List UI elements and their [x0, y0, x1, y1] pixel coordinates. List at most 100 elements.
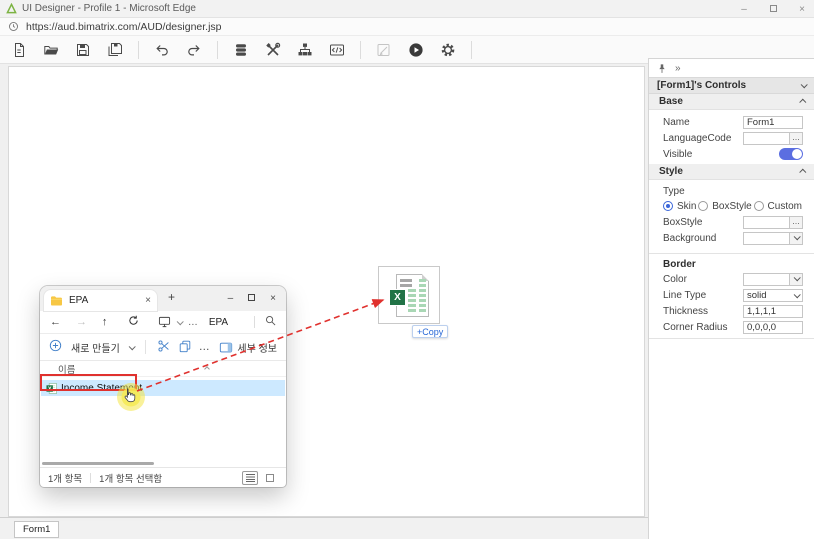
explorer-tab-title: EPA	[69, 295, 145, 306]
thickness-input[interactable]	[743, 305, 803, 318]
address-search-divider	[254, 316, 255, 328]
properties-panel: » [Form1]'s Controls Base Name LanguageC…	[648, 58, 814, 539]
new-document-icon[interactable]	[8, 39, 30, 61]
details-button[interactable]: 세부 정보	[219, 340, 277, 355]
close-icon[interactable]: ×	[796, 4, 808, 15]
radio-custom[interactable]: Custom	[754, 201, 802, 212]
undo-icon[interactable]	[151, 39, 173, 61]
large-icons-view-icon[interactable]	[262, 471, 278, 485]
boxstyle-swatch[interactable]	[743, 216, 789, 229]
redo-icon[interactable]	[183, 39, 205, 61]
file-explorer-window[interactable]: EPA × + – × ← → ↑ … EPA	[40, 286, 286, 487]
details-view-icon[interactable]	[242, 471, 258, 485]
horizontal-scrollbar[interactable]	[42, 462, 154, 465]
minimize-icon[interactable]: –	[738, 4, 750, 15]
property-row-thickness: Thickness	[649, 303, 814, 319]
forward-icon: →	[76, 316, 102, 328]
name-input[interactable]	[743, 116, 803, 129]
type-label: Type	[649, 184, 814, 198]
toolbar-separator	[138, 41, 139, 59]
radio-boxstyle[interactable]: BoxStyle	[698, 201, 751, 212]
panel-toolbar: »	[649, 59, 814, 77]
languagecode-browse-button[interactable]: …	[789, 132, 803, 145]
back-icon[interactable]: ←	[50, 316, 76, 328]
corner-radius-input[interactable]	[743, 321, 803, 334]
background-swatch[interactable]	[743, 232, 789, 245]
cut-icon[interactable]	[157, 339, 171, 356]
radio-selected-icon	[663, 201, 673, 211]
line-type-label: Line Type	[663, 290, 706, 301]
maximize-icon[interactable]	[767, 4, 779, 15]
thickness-label: Thickness	[663, 306, 708, 317]
property-row-color: Color	[649, 271, 814, 287]
new-item-icon[interactable]	[49, 339, 62, 355]
file-row-income-statement[interactable]: X Income Statement	[41, 380, 285, 396]
boxstyle-browse-button[interactable]: …	[789, 216, 803, 229]
more-options-button[interactable]: …	[199, 341, 211, 353]
breadcrumb-folder[interactable]: EPA	[209, 317, 228, 328]
save-icon[interactable]	[72, 39, 94, 61]
explorer-close-icon[interactable]: ×	[270, 293, 276, 304]
tab-form1[interactable]: Form1	[14, 521, 59, 538]
property-row-name: Name	[649, 114, 814, 130]
border-color-label: Color	[663, 274, 687, 285]
explorer-tab[interactable]: EPA ×	[44, 290, 157, 311]
explorer-minimize-icon[interactable]: –	[228, 293, 234, 304]
border-color-dropdown-button[interactable]	[789, 273, 803, 286]
chevron-down-icon	[801, 81, 808, 88]
up-icon[interactable]: ↑	[102, 316, 128, 328]
details-pane-icon	[219, 341, 233, 354]
page-url: https://aud.bimatrix.com/AUD/designer.js…	[26, 21, 222, 33]
tools-icon[interactable]	[262, 39, 284, 61]
explorer-commandbar: 새로 만들기 … 세부 정보	[40, 334, 286, 361]
source-code-icon[interactable]	[326, 39, 348, 61]
commandbar-separator	[145, 340, 146, 354]
copy-icon[interactable]	[178, 339, 192, 356]
corner-radius-label: Corner Radius	[663, 322, 727, 333]
property-row-languagecode: LanguageCode …	[649, 130, 814, 146]
new-tab-icon[interactable]: +	[168, 290, 175, 304]
breadcrumb-ellipsis[interactable]: …	[188, 317, 199, 328]
address-bar[interactable]: https://aud.bimatrix.com/AUD/designer.js…	[0, 18, 814, 36]
background-dropdown-button[interactable]	[789, 232, 803, 245]
open-folder-icon[interactable]	[40, 39, 62, 61]
visible-toggle[interactable]	[779, 148, 803, 160]
drag-source-outline	[40, 374, 137, 391]
selected-count-label: 1개 항목 선택함	[99, 471, 162, 485]
section-header-style[interactable]: Style	[649, 164, 814, 180]
settings-gear-icon[interactable]	[437, 39, 459, 61]
form-tabbar: Form1	[0, 517, 648, 539]
boxstyle-label: BoxStyle	[663, 217, 702, 228]
save-all-icon[interactable]	[104, 39, 126, 61]
property-row-background: Background	[649, 230, 814, 246]
radio-skin[interactable]: Skin	[663, 201, 696, 212]
collapse-panel-icon[interactable]: »	[675, 63, 681, 74]
database-icon[interactable]	[230, 39, 252, 61]
section-header-base[interactable]: Base	[649, 94, 814, 110]
site-info-icon	[8, 21, 19, 32]
tab-close-icon[interactable]: ×	[145, 295, 151, 306]
languagecode-input[interactable]	[743, 132, 789, 145]
new-item-button[interactable]: 새로 만들기	[71, 340, 120, 355]
refresh-icon[interactable]	[128, 315, 154, 329]
radio-icon	[754, 201, 764, 211]
run-icon[interactable]	[405, 39, 427, 61]
explorer-statusbar: 1개 항목 1개 항목 선택함	[40, 467, 286, 487]
toolbar-separator	[217, 41, 218, 59]
edit-icon	[373, 39, 395, 61]
radio-icon	[698, 201, 708, 211]
line-type-select[interactable]: solid	[743, 289, 803, 302]
type-radio-group: Skin BoxStyle Custom	[649, 198, 814, 214]
search-icon[interactable]	[265, 315, 276, 329]
chevron-up-icon	[799, 169, 806, 176]
pin-icon[interactable]	[657, 63, 667, 74]
new-item-chevron-icon[interactable]	[128, 343, 135, 350]
excel-drop-target[interactable]: X	[378, 266, 440, 324]
chevron-up-icon	[799, 99, 806, 106]
explorer-maximize-icon[interactable]	[248, 293, 255, 304]
sitemap-icon[interactable]	[294, 39, 316, 61]
explorer-address[interactable]: … EPA	[158, 316, 228, 328]
border-color-swatch[interactable]	[743, 273, 789, 286]
this-pc-icon	[158, 316, 171, 328]
panel-header-controls[interactable]: [Form1]'s Controls	[649, 77, 814, 94]
